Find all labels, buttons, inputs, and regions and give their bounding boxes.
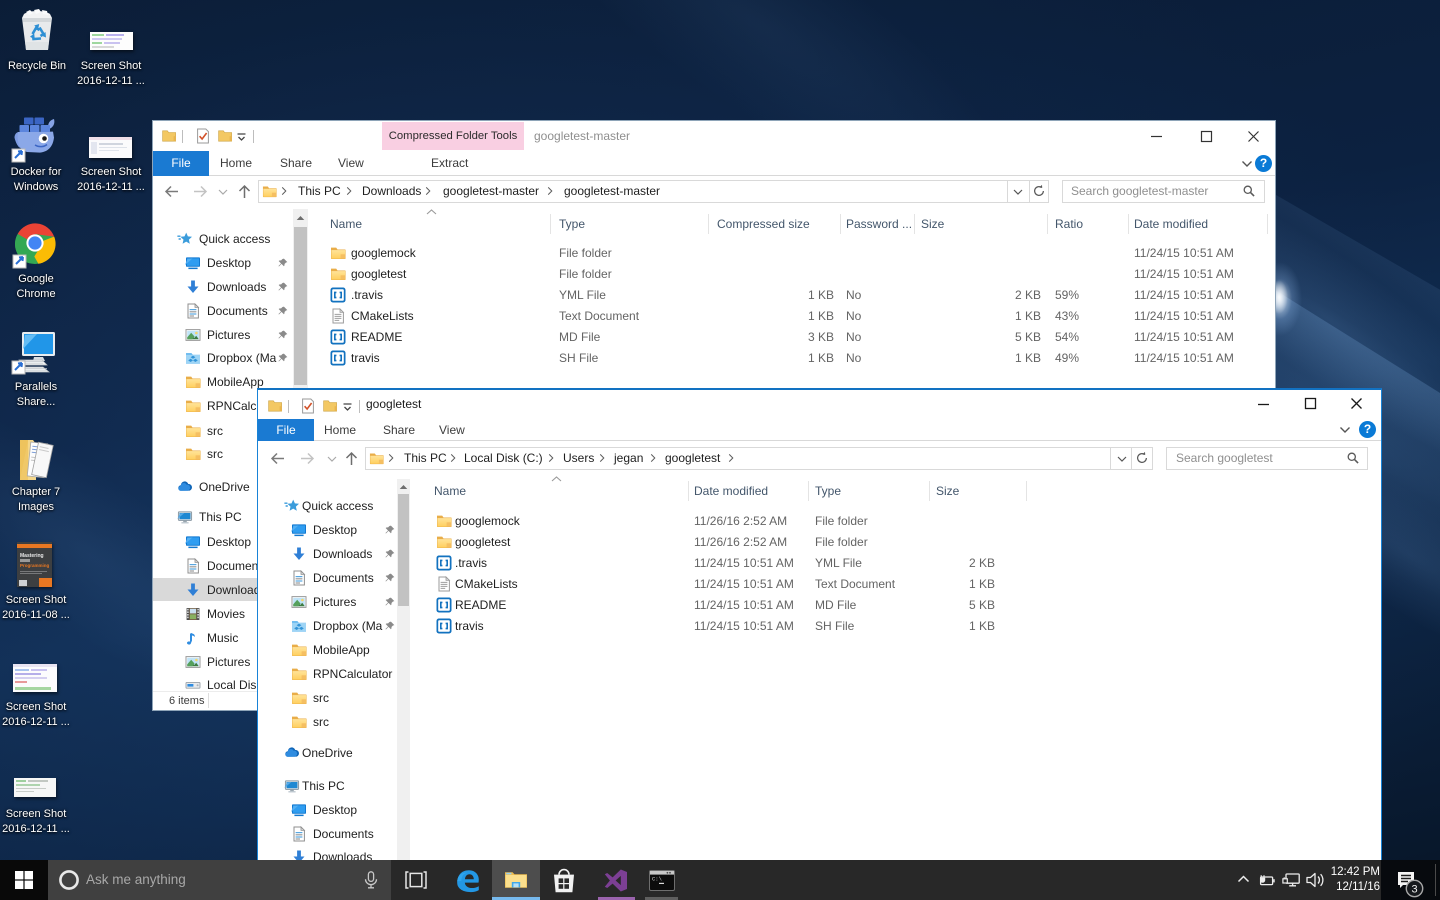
svg-text:3: 3 (1411, 884, 1417, 896)
svg-text:C:\: C:\ (652, 876, 662, 883)
